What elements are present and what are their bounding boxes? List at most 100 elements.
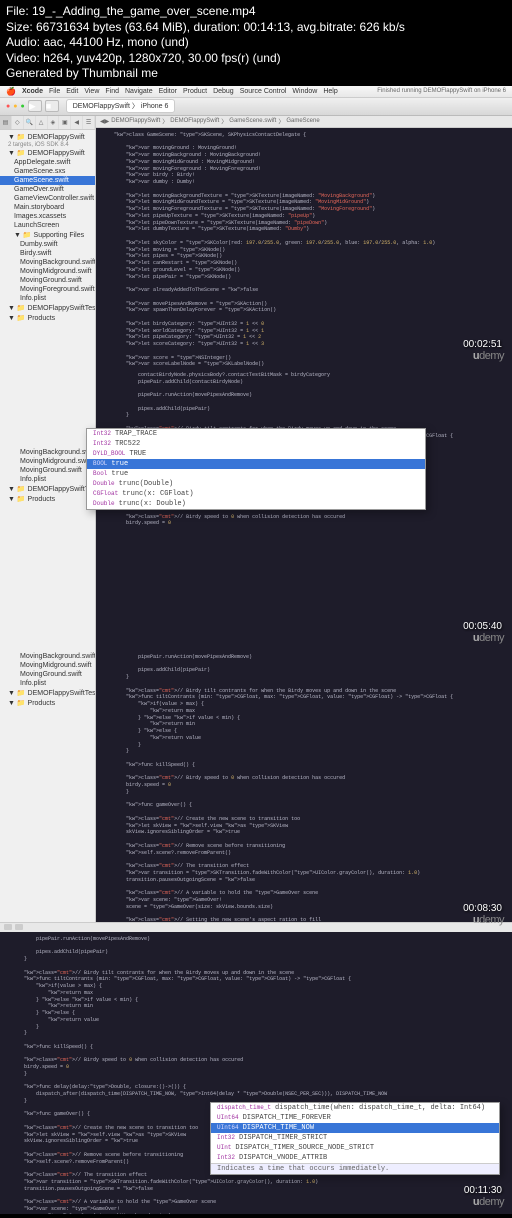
stop-button[interactable]: ■: [45, 100, 59, 112]
bc-symbol[interactable]: GameScene: [286, 118, 319, 124]
editor-area: pipePair.runAction(movePipesAndRemove) p…: [0, 932, 512, 1214]
menu-xcode[interactable]: Xcode: [22, 88, 43, 95]
autocomplete-item[interactable]: Int32TRAP_TRACE: [87, 429, 425, 439]
symbol-navigator-tab[interactable]: ◇: [12, 116, 24, 129]
menu-edit[interactable]: Edit: [66, 88, 78, 95]
menu-navigate[interactable]: Navigate: [125, 88, 153, 95]
project-root[interactable]: ▼ 📁 DEMOFlappySwift: [0, 132, 95, 142]
autocomplete-item[interactable]: Int32DISPATCH_TIMER_STRICT: [211, 1133, 499, 1143]
tree-item[interactable]: ▼ 📁 Products: [0, 698, 95, 708]
code-editor[interactable]: "kw">class GameScene: "type">SKScene, SK…: [96, 128, 512, 368]
xcode-toolbar: ● ● ● ▶ ■ DEMOFlappySwift 〉 iPhone 6: [0, 98, 512, 116]
bc-project[interactable]: DEMOFlappySwift: [111, 118, 160, 124]
tree-item[interactable]: ▼ 📁 DEMOFlappySwiftTests: [0, 688, 95, 698]
file-tree: MovingBackground.swift MovingMidground.s…: [0, 650, 95, 710]
tree-item[interactable]: MovingGround.swift: [0, 466, 95, 475]
autocomplete-item[interactable]: DYLD_BOOLTRUE: [87, 449, 425, 459]
autocomplete-item[interactable]: dispatch_time_tdispatch_time(when: dispa…: [211, 1103, 499, 1113]
navigator-tabs: ▤ ◇ 🔍 △ ◈ ▣ ◀ ☰: [0, 116, 95, 130]
bc-folder[interactable]: DEMOFlappySwift: [170, 118, 219, 124]
autocomplete-item[interactable]: UInt64DISPATCH_TIME_NOW: [211, 1123, 499, 1133]
menu-view[interactable]: View: [84, 88, 99, 95]
tree-item[interactable]: MovingMidground.swift: [0, 457, 95, 466]
menu-debug[interactable]: Debug: [213, 88, 234, 95]
menu-help[interactable]: Help: [323, 88, 337, 95]
autocomplete-item[interactable]: Doubletrunc(x: Double): [87, 499, 425, 509]
test-navigator-tab[interactable]: ◈: [48, 116, 60, 129]
autocomplete-item[interactable]: UInt64DISPATCH_TIME_FOREVER: [211, 1113, 499, 1123]
find-navigator-tab[interactable]: 🔍: [24, 116, 36, 129]
tree-item[interactable]: GameViewController.swift: [0, 194, 95, 203]
tree-item[interactable]: GameOver.swift: [0, 185, 95, 194]
menu-find[interactable]: Find: [105, 88, 119, 95]
add-icon[interactable]: [4, 924, 12, 930]
tree-item[interactable]: Main.storyboard: [0, 203, 95, 212]
menu-window[interactable]: Window: [292, 88, 317, 95]
tree-item[interactable]: MovingBackground.swift: [0, 258, 95, 267]
tree-item[interactable]: ▼ 📁 Products: [0, 313, 95, 323]
udemy-logo: udemy: [473, 914, 504, 926]
thumbnail-1: 🍎 Xcode File Edit View Find Navigate Edi…: [0, 86, 512, 368]
tree-item[interactable]: GameScene.sxs: [0, 167, 95, 176]
window-min-icon[interactable]: ●: [13, 103, 17, 110]
autocomplete-item[interactable]: Doubletrunc(Double): [87, 479, 425, 489]
tree-item[interactable]: MovingBackground.swift: [0, 448, 95, 457]
tree-item[interactable]: Birdy.swift: [0, 249, 95, 258]
window-close-icon[interactable]: ●: [6, 103, 10, 110]
menu-product[interactable]: Product: [183, 88, 207, 95]
video-info-panel: File: 19_-_Adding_the_game_over_scene.mp…: [0, 0, 512, 86]
tree-item[interactable]: GameScene.swift: [0, 176, 95, 185]
bc-file[interactable]: GameScene.swift: [229, 118, 276, 124]
tree-item[interactable]: MovingMidground.swift: [0, 661, 95, 670]
mac-menubar[interactable]: 🍎 Xcode File Edit View Find Navigate Edi…: [0, 86, 512, 98]
tree-item[interactable]: ▼ 📁 Supporting Files: [0, 230, 95, 240]
autocomplete-item[interactable]: BOOLtrue: [87, 459, 425, 469]
bottom-filter-bar: [0, 922, 512, 932]
autocomplete-item[interactable]: Int32TRC522: [87, 439, 425, 449]
thumbnail-timestamp: 00:05:40: [463, 621, 502, 632]
menu-source[interactable]: Source Control: [240, 88, 287, 95]
apple-menu-icon[interactable]: 🍎: [6, 87, 16, 96]
tree-item[interactable]: MovingGround.swift: [0, 276, 95, 285]
editor-area: ◀▶ DEMOFlappySwift 〉 DEMOFlappySwift 〉 G…: [96, 116, 512, 368]
run-button[interactable]: ▶: [28, 100, 42, 112]
report-navigator-tab[interactable]: ☰: [83, 116, 95, 129]
tree-item[interactable]: ▼ 📁 Products: [0, 494, 95, 504]
tree-item[interactable]: MovingMidground.swift: [0, 267, 95, 276]
issue-navigator-tab[interactable]: △: [36, 116, 48, 129]
code-editor[interactable]: pipePair.runAction(movePipesAndRemove) p…: [96, 650, 512, 922]
autocomplete-item[interactable]: CGFloattrunc(x: CGFloat): [87, 489, 425, 499]
scheme-selector[interactable]: DEMOFlappySwift 〉 iPhone 6: [66, 99, 176, 113]
tree-item[interactable]: LaunchScreen: [0, 221, 95, 230]
tree-item[interactable]: Info.plist: [0, 475, 95, 484]
tree-item[interactable]: MovingGround.swift: [0, 670, 95, 679]
autocomplete-item[interactable]: Booltrue: [87, 469, 425, 479]
tree-item[interactable]: MovingForeground.swift: [0, 285, 95, 294]
window-max-icon[interactable]: ●: [20, 103, 24, 110]
menu-editor[interactable]: Editor: [159, 88, 177, 95]
breadcrumb-icon: ◀▶: [100, 118, 109, 125]
thumbnail-timestamp: 00:02:51: [463, 339, 502, 350]
tree-item[interactable]: AppDelegate.swift: [0, 158, 95, 167]
autocomplete-popup[interactable]: Int32TRAP_TRACEInt32TRC522DYLD_BOOLTRUEB…: [86, 428, 426, 510]
tree-item[interactable]: Dumby.swift: [0, 240, 95, 249]
debug-navigator-tab[interactable]: ▣: [59, 116, 71, 129]
generated-by: Generated by Thumbnail me: [6, 66, 506, 82]
tree-item[interactable]: Info.plist: [0, 679, 95, 688]
breakpoint-navigator-tab[interactable]: ◀: [71, 116, 83, 129]
tree-item[interactable]: ▼ 📁 DEMOFlappySwiftTests: [0, 484, 95, 494]
tree-item[interactable]: ▼ 📁 DEMOFlappySwift: [0, 148, 95, 158]
tree-item[interactable]: MovingBackground.swift: [0, 652, 95, 661]
tree-item[interactable]: ▼ 📁 DEMOFlappySwiftTests: [0, 303, 95, 313]
tree-item[interactable]: Images.xcassets: [0, 212, 95, 221]
autocomplete-item[interactable]: Int32DISPATCH_VNODE_ATTRIB: [211, 1153, 499, 1163]
autocomplete-popup[interactable]: dispatch_time_tdispatch_time(when: dispa…: [210, 1102, 500, 1175]
menu-file[interactable]: File: [49, 88, 60, 95]
video-file: File: 19_-_Adding_the_game_over_scene.mp…: [6, 4, 506, 20]
navigator-sidebar: MovingBackground.swift MovingMidground.s…: [0, 368, 96, 650]
project-navigator-tab[interactable]: ▤: [0, 116, 12, 129]
breadcrumb[interactable]: ◀▶ DEMOFlappySwift 〉 DEMOFlappySwift 〉 G…: [96, 116, 512, 128]
autocomplete-item[interactable]: UIntDISPATCH_TIMER_SOURCE_NODE_STRICT: [211, 1143, 499, 1153]
filter-icon[interactable]: [15, 924, 23, 930]
tree-item[interactable]: Info.plist: [0, 294, 95, 303]
